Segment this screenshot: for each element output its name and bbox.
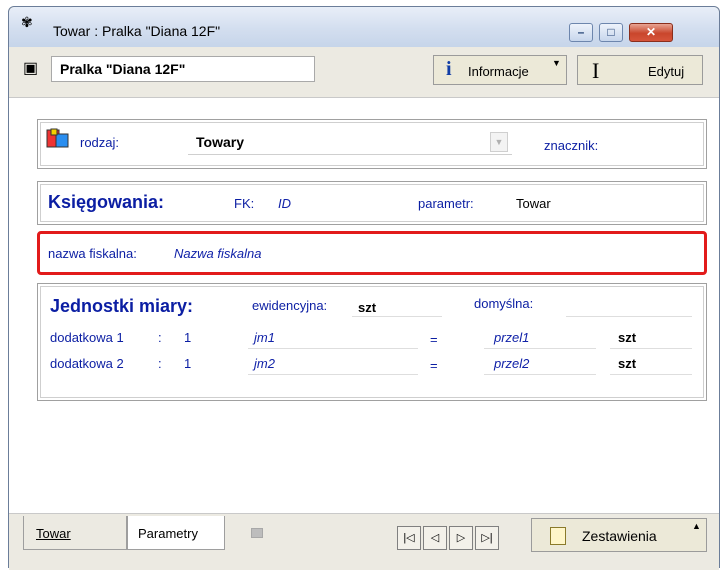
- unit-row-factor-field[interactable]: przel1: [484, 328, 596, 349]
- first-record-button[interactable]: |◁: [397, 526, 421, 550]
- rodzaj-combo[interactable]: Towary: [188, 130, 512, 155]
- informacje-button[interactable]: i Informacje ▼: [433, 55, 567, 85]
- rodzaj-group: rodzaj: Towary ▼ znacznik:: [37, 119, 707, 169]
- unit-row-base: szt: [618, 356, 637, 371]
- ewidencyjna-value: szt: [358, 300, 377, 315]
- unit-row-factor-field[interactable]: przel2: [484, 354, 596, 375]
- fk-value[interactable]: ID: [278, 196, 291, 211]
- parametr-value[interactable]: Towar: [516, 196, 551, 211]
- dropdown-caret-icon: ▼: [552, 58, 561, 68]
- nazwa-fiskalna-label: nazwa fiskalna:: [48, 246, 137, 261]
- znacznik-label: znacznik:: [544, 138, 599, 153]
- close-icon: ✕: [645, 25, 657, 39]
- window-title: Towar : Pralka "Diana 12F": [53, 23, 221, 39]
- nazwa-fiskalna-value[interactable]: Nazwa fiskalna: [174, 246, 261, 261]
- ksiegowania-group: Księgowania: FK: ID parametr: Towar: [37, 181, 707, 225]
- jednostki-title: Jednostki miary:: [50, 296, 194, 316]
- unit-row-eq: =: [430, 332, 438, 347]
- unit-row: dodatkowa 2 : 1 jm2 = przel2 szt: [38, 354, 708, 378]
- unit-row-unit-field[interactable]: jm2: [248, 354, 418, 375]
- unit-row-label: dodatkowa 1: [50, 330, 124, 345]
- product-name-field[interactable]: Pralka "Diana 12F": [51, 56, 315, 82]
- unit-row-unit-field[interactable]: jm1: [248, 328, 418, 349]
- ksiegowania-title: Księgowania:: [48, 192, 165, 212]
- combo-dropdown-icon[interactable]: ▼: [490, 132, 508, 152]
- toolbar: ▣ Pralka "Diana 12F" i Informacje ▼ I Ed…: [9, 47, 719, 97]
- tab-parametry[interactable]: Parametry: [127, 516, 225, 550]
- tab-towar[interactable]: Towar: [23, 516, 127, 550]
- tab-overflow-icon[interactable]: [251, 528, 263, 538]
- last-record-button[interactable]: ▷|: [475, 526, 499, 550]
- next-record-button[interactable]: ▷: [449, 526, 473, 550]
- parametr-label: parametr:: [418, 196, 474, 211]
- domyslna-field[interactable]: [566, 296, 692, 317]
- prev-record-button[interactable]: ◁: [423, 526, 447, 550]
- fk-label: FK:: [234, 196, 255, 211]
- unit-row-factor: przel2: [494, 356, 530, 371]
- prev-icon: ◁: [430, 532, 440, 544]
- unit-row-sep: :: [158, 330, 162, 345]
- maximize-button[interactable]: □: [599, 23, 623, 42]
- unit-row-qty: 1: [184, 356, 192, 371]
- category-icon: [46, 128, 69, 148]
- unit-row-qty: 1: [184, 330, 192, 345]
- app-icon: ✾: [21, 14, 33, 30]
- maximize-icon: □: [607, 25, 615, 39]
- minimize-button[interactable]: –: [569, 23, 593, 42]
- report-icon: [550, 527, 566, 545]
- unit-row-base: szt: [618, 330, 637, 345]
- unit-row: dodatkowa 1 : 1 jm1 = przel1 szt: [38, 328, 708, 352]
- ewidencyjna-label: ewidencyjna:: [252, 298, 328, 313]
- edytuj-label: Edytuj: [648, 64, 685, 79]
- next-icon: ▷: [456, 532, 466, 544]
- unit-row-base-field[interactable]: szt: [610, 328, 692, 349]
- rodzaj-label: rodzaj:: [80, 135, 120, 150]
- informacje-label: Informacje: [468, 64, 529, 79]
- unit-row-factor: przel1: [494, 330, 530, 345]
- unit-row-unit: jm2: [254, 356, 275, 371]
- close-button[interactable]: ✕: [629, 23, 673, 42]
- unit-row-sep: :: [158, 356, 162, 371]
- nazwa-fiskalna-group: nazwa fiskalna: Nazwa fiskalna: [37, 231, 707, 275]
- minimize-icon: –: [577, 25, 585, 39]
- product-icon: ▣: [23, 60, 39, 77]
- ewidencyjna-field[interactable]: szt: [352, 296, 442, 317]
- unit-row-label: dodatkowa 2: [50, 356, 124, 371]
- info-icon: i: [446, 58, 452, 80]
- text-cursor-icon: I: [592, 58, 600, 83]
- unit-row-unit: jm1: [254, 330, 275, 345]
- title-bar[interactable]: ✾ Towar : Pralka "Diana 12F" – □ ✕: [9, 7, 719, 47]
- edytuj-button[interactable]: I Edytuj: [577, 55, 703, 85]
- zestawienia-button[interactable]: Zestawienia ▲: [531, 518, 707, 552]
- unit-row-base-field[interactable]: szt: [610, 354, 692, 375]
- tab-parametry-label: Parametry: [138, 526, 198, 541]
- domyslna-label: domyślna:: [474, 296, 534, 311]
- first-icon: |◁: [403, 532, 415, 544]
- rodzaj-value: Towary: [196, 134, 244, 150]
- last-icon: ▷|: [481, 532, 493, 544]
- jednostki-miary-group: Jednostki miary: ewidencyjna: szt domyśl…: [37, 283, 707, 401]
- tab-towar-label: Towar: [36, 526, 71, 541]
- object-window: ✾ Towar : Pralka "Diana 12F" – □ ✕ ▣ Pra…: [8, 6, 720, 570]
- bottom-bar: Towar Parametry |◁ ◁ ▷ ▷| Zestawienia ▲: [9, 513, 719, 570]
- unit-row-eq: =: [430, 358, 438, 373]
- zestawienia-label: Zestawienia: [582, 528, 657, 544]
- dropdown-caret-icon: ▲: [692, 521, 701, 531]
